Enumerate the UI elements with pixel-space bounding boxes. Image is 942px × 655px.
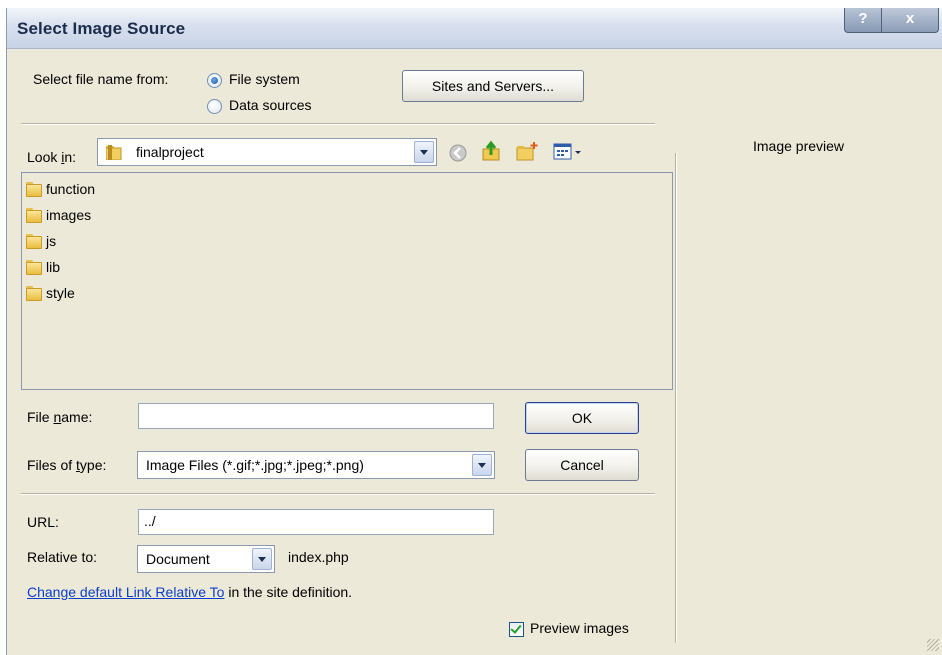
look-in-label: Look in: xyxy=(27,149,77,165)
files-of-type-value: Image Files (*.gif;*.jpg;*.jpeg;*.png) xyxy=(146,457,364,473)
file-name: style xyxy=(46,285,75,301)
file-name-label: File name: xyxy=(27,409,93,425)
folder-icon xyxy=(26,259,42,275)
url-input[interactable]: ../ xyxy=(138,509,494,535)
chevron-down-icon[interactable] xyxy=(414,141,434,163)
close-button[interactable]: x xyxy=(881,8,939,33)
data-sources-radio[interactable] xyxy=(207,99,222,114)
image-preview-title: Image preview xyxy=(753,138,845,154)
folder-icon xyxy=(26,207,42,223)
look-in-value: finalproject xyxy=(136,144,204,160)
relative-to-dropdown[interactable]: Document xyxy=(137,545,275,573)
data-sources-option-label[interactable]: Data sources xyxy=(229,97,311,113)
relative-to-label: Relative to: xyxy=(27,549,98,565)
folder-icon xyxy=(105,144,124,161)
dialog-title: Select Image Source xyxy=(17,19,186,38)
file-name: js xyxy=(46,233,57,249)
file-system-option-label[interactable]: File system xyxy=(229,71,300,87)
preview-images-checkbox[interactable] xyxy=(509,622,524,637)
file-system-radio[interactable] xyxy=(207,73,222,88)
preview-images-label[interactable]: Preview images xyxy=(530,620,629,636)
source-label: Select file name from: xyxy=(33,71,169,87)
sites-and-servers-button[interactable]: Sites and Servers... xyxy=(402,70,584,102)
new-folder-icon[interactable] xyxy=(515,140,539,162)
ok-button[interactable]: OK xyxy=(525,402,639,434)
cancel-button[interactable]: Cancel xyxy=(525,449,639,481)
file-name: lib xyxy=(46,259,61,275)
list-item[interactable]: lib xyxy=(26,255,60,279)
divider xyxy=(21,123,655,125)
file-name: function xyxy=(46,181,96,197)
file-name: images xyxy=(46,207,92,223)
files-of-type-label: Files of type: xyxy=(27,457,107,473)
help-button[interactable]: ? xyxy=(844,8,882,33)
title-bar: Select Image Source ? x xyxy=(7,8,942,49)
url-label: URL: xyxy=(27,514,59,530)
change-link-text: Change default Link Relative To in the s… xyxy=(27,584,352,600)
chevron-down-icon[interactable] xyxy=(472,454,492,476)
view-menu-icon[interactable] xyxy=(553,142,583,162)
list-item[interactable]: images xyxy=(26,203,91,227)
file-name-input[interactable] xyxy=(138,403,494,429)
divider xyxy=(21,493,655,495)
list-item[interactable]: js xyxy=(26,229,56,253)
select-image-source-dialog: Select Image Source ? x Select file name… xyxy=(6,8,942,655)
chevron-down-icon[interactable] xyxy=(252,548,272,570)
resize-grip[interactable] xyxy=(927,639,939,651)
file-list[interactable]: function images js lib style xyxy=(21,172,673,390)
folder-icon xyxy=(26,285,42,301)
folder-icon xyxy=(26,233,42,249)
look-in-dropdown[interactable]: finalproject xyxy=(97,138,437,166)
up-folder-icon[interactable] xyxy=(481,140,503,162)
back-icon[interactable] xyxy=(448,143,468,163)
change-default-link[interactable]: Change default Link Relative To xyxy=(27,584,224,600)
preview-divider xyxy=(675,153,677,643)
folder-icon xyxy=(26,181,42,197)
files-of-type-dropdown[interactable]: Image Files (*.gif;*.jpg;*.jpeg;*.png) xyxy=(137,451,495,479)
list-item[interactable]: style xyxy=(26,281,75,305)
change-link-suffix: in the site definition. xyxy=(224,584,353,600)
relative-to-value: Document xyxy=(146,551,210,567)
list-item[interactable]: function xyxy=(26,177,95,201)
relative-file-name: index.php xyxy=(288,549,349,565)
